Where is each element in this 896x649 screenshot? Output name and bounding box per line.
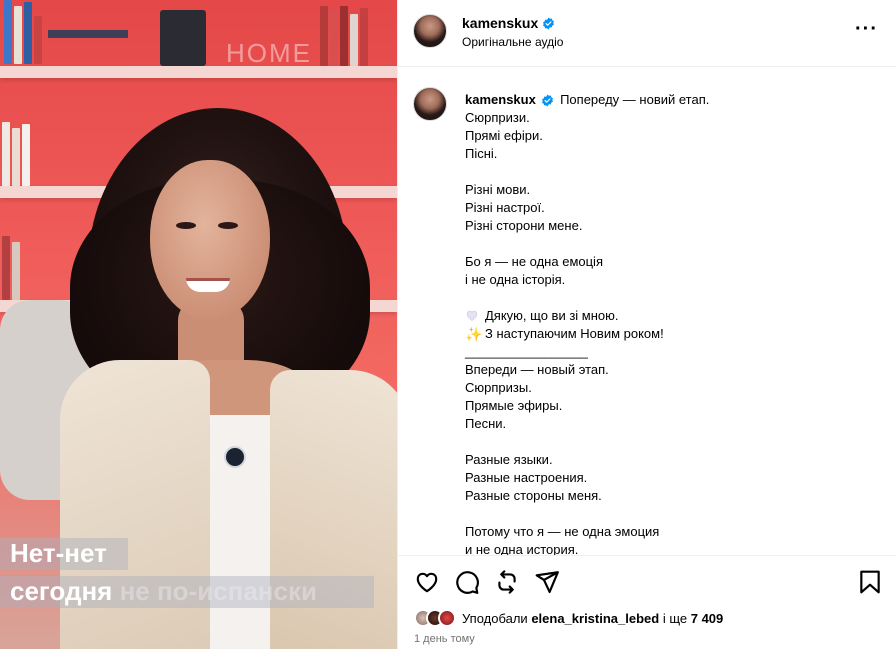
books xyxy=(48,30,128,38)
caption-line: Разные настроения. xyxy=(465,470,588,485)
repost-icon[interactable] xyxy=(494,569,520,595)
caption-line: Разные языки. xyxy=(465,452,553,467)
pin-badge xyxy=(224,446,246,468)
likes-middle: і ще xyxy=(659,610,691,626)
caption-text: Дякую, що ви зі мною. xyxy=(485,308,619,323)
video-caption-line2: сегодня не по-испански xyxy=(6,574,321,608)
caption-line xyxy=(465,433,875,451)
caption-line: Бо я — не одна емоція xyxy=(465,254,603,269)
share-icon[interactable] xyxy=(534,569,560,595)
white-heart-icon xyxy=(466,310,478,321)
post-caption: kamenskux Попереду — новий етап. Сюрприз… xyxy=(465,91,875,555)
bookmark-icon[interactable] xyxy=(857,569,883,595)
caption-line: Різні мови. xyxy=(465,182,531,197)
caption-text: Попереду — новий етап. xyxy=(560,92,710,107)
post-timestamp[interactable]: 1 день тому xyxy=(414,633,475,645)
audio-label[interactable]: Оригінальне аудіо xyxy=(462,35,563,49)
caption-line xyxy=(465,163,875,181)
caption-line: і не одна історія. xyxy=(465,272,566,287)
home-sign: HOME xyxy=(226,38,312,68)
header-username-row[interactable]: kamenskux xyxy=(462,15,555,31)
caption-line: Песни. xyxy=(465,416,507,431)
shelf xyxy=(0,66,397,78)
post-header: kamenskux Оригінальне аудіо ··· xyxy=(398,0,896,67)
caption-text: З наступаючим Новим роком! xyxy=(485,326,664,341)
liker-avatar[interactable] xyxy=(438,609,456,627)
eye xyxy=(176,222,196,229)
books xyxy=(4,0,42,64)
caption-scroll-area[interactable]: kamenskux Попереду — новий етап. Сюрприз… xyxy=(398,67,896,555)
caption-line: Різні сторони мене. xyxy=(465,218,583,233)
post-video[interactable]: HOME Нет-нет сегодня не по-испански xyxy=(0,0,397,649)
likes-row[interactable]: Уподобали elena_kristina_lebed і ще 7 40… xyxy=(414,609,723,627)
books xyxy=(2,236,20,300)
caption-line: Потому что я — не одна эмоция xyxy=(465,524,660,539)
avatar[interactable] xyxy=(413,14,447,48)
header-username[interactable]: kamenskux xyxy=(462,15,538,31)
caption-thanks-line: Дякую, що ви зі мною. xyxy=(465,307,875,325)
caption-line: Пісні. xyxy=(465,146,498,161)
books xyxy=(320,6,368,66)
caption-line xyxy=(465,505,875,523)
caption-first-line: kamenskux Попереду — новий етап. xyxy=(465,91,875,109)
books xyxy=(160,10,206,66)
video-caption-line1: Нет-нет xyxy=(10,538,107,568)
likes-count[interactable]: 7 409 xyxy=(691,611,724,626)
more-horizontal-icon[interactable]: ··· xyxy=(855,19,878,39)
caption-line: Разные стороны меня. xyxy=(465,488,602,503)
heart-icon[interactable] xyxy=(414,569,440,595)
caption-line xyxy=(465,235,875,253)
avatar[interactable] xyxy=(413,87,447,121)
caption-white-text: сегодня xyxy=(10,576,120,606)
likes-text[interactable]: Уподобали elena_kristina_lebed і ще 7 40… xyxy=(462,611,723,626)
post-details-panel: kamenskux Оригінальне аудіо ··· kamensku… xyxy=(397,0,896,649)
verified-badge-icon xyxy=(543,17,555,29)
likes-prefix: Уподобали xyxy=(462,610,532,626)
comment-icon[interactable] xyxy=(454,569,480,595)
face xyxy=(150,160,270,320)
caption-faded-text: не по-испански xyxy=(119,576,317,606)
verified-badge-icon xyxy=(542,94,554,107)
caption-newyear-line: ✨ З наступаючим Новим роком! xyxy=(465,325,875,343)
caption-line: и не одна история. xyxy=(465,542,579,555)
caption-username[interactable]: kamenskux xyxy=(465,92,536,107)
books xyxy=(2,122,30,186)
caption-line: Сюрпризы. xyxy=(465,380,532,395)
caption-line: Різні настрої. xyxy=(465,200,545,215)
caption-line xyxy=(465,289,875,307)
likes-user[interactable]: elena_kristina_lebed xyxy=(531,611,659,626)
caption-line: Прямые эфиры. xyxy=(465,398,563,413)
caption-line: Впереди — новый этап. xyxy=(465,362,609,377)
eye xyxy=(218,222,238,229)
caption-divider: _________________ xyxy=(465,344,588,359)
caption-line: Прямі ефіри. xyxy=(465,128,543,143)
sparkles-icon: ✨ xyxy=(465,326,483,342)
caption-line: Сюрпризи. xyxy=(465,110,530,125)
